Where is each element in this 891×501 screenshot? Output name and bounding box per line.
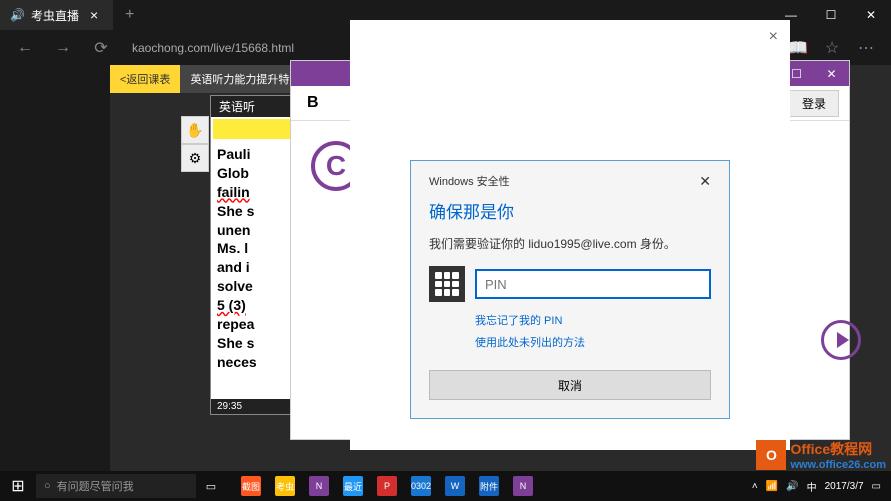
task-view-icon[interactable]: ▭: [196, 473, 226, 499]
more-icon[interactable]: ⋯: [851, 33, 881, 63]
taskbar-app[interactable]: 截图: [234, 472, 268, 500]
taskbar-app[interactable]: N: [506, 472, 540, 500]
forgot-pin-link[interactable]: 我忘记了我的 PIN: [475, 312, 711, 328]
other-method-link[interactable]: 使用此处未列出的方法: [475, 334, 711, 350]
volume-icon[interactable]: 🔊: [786, 481, 798, 492]
settings-tool-icon[interactable]: ⚙: [181, 144, 209, 172]
windows-security-dialog: Windows 安全性 ✕ 确保那是你 我们需要验证你的 liduo1995@l…: [410, 160, 730, 419]
annotation-toolbar: ✋ ⚙: [181, 116, 209, 172]
close-window-button[interactable]: ✕: [851, 0, 891, 30]
play-button[interactable]: [821, 320, 861, 360]
play-icon: [837, 332, 849, 348]
notification-icon[interactable]: ▭: [872, 481, 881, 492]
office-logo-icon: O: [756, 440, 786, 470]
taskbar-app[interactable]: 考虫: [268, 472, 302, 500]
audio-icon: 🔊: [10, 8, 25, 22]
cortana-icon: ○: [44, 480, 51, 492]
cancel-button[interactable]: 取消: [429, 370, 711, 400]
cortana-search[interactable]: ○ 有问题尽管问我: [36, 474, 196, 498]
security-message: 我们需要验证你的 liduo1995@live.com 身份。: [429, 235, 711, 252]
login-button[interactable]: 登录: [789, 90, 839, 117]
ime-icon[interactable]: 中: [807, 479, 817, 494]
new-tab-button[interactable]: +: [113, 6, 146, 24]
pin-input[interactable]: [475, 269, 711, 299]
watermark-title: Office教程网: [790, 439, 886, 459]
watermark-url: www.office26.com: [790, 459, 886, 471]
modal-close-icon[interactable]: ×: [769, 28, 778, 46]
current-time: 29:35: [217, 401, 242, 412]
taskbar-date[interactable]: 2017/3/7: [825, 481, 864, 492]
taskbar-app[interactable]: 最近: [336, 472, 370, 500]
back-to-schedule-button[interactable]: <返回课表: [110, 65, 180, 93]
refresh-button[interactable]: ⟳: [86, 33, 116, 63]
hand-tool-icon[interactable]: ✋: [181, 116, 209, 144]
tab-title: 考虫直播: [31, 7, 79, 24]
maximize-button[interactable]: ☐: [811, 0, 851, 30]
network-icon[interactable]: 📶: [766, 481, 778, 492]
forward-button[interactable]: →: [48, 33, 78, 63]
back-button[interactable]: ←: [10, 33, 40, 63]
favorites-icon[interactable]: ☆: [817, 33, 847, 63]
start-button[interactable]: ⊞: [0, 471, 36, 501]
keypad-icon: [429, 266, 465, 302]
tray-chevron-icon[interactable]: ˄: [752, 481, 758, 492]
taskbar-apps: 截图考虫N最近P0302W附件N: [234, 472, 540, 500]
taskbar-app[interactable]: N: [302, 472, 336, 500]
browser-tab[interactable]: 🔊 考虫直播 ×: [0, 0, 113, 30]
taskbar: ⊞ ○ 有问题尽管问我 ▭ 截图考虫N最近P0302W附件N ˄ 📶 🔊 中 2…: [0, 471, 891, 501]
security-header: Windows 安全性: [429, 173, 510, 190]
taskbar-app[interactable]: W: [438, 472, 472, 500]
watermark: O Office教程网 www.office26.com: [756, 439, 886, 471]
onenote-close-button[interactable]: ✕: [814, 61, 849, 86]
taskbar-app[interactable]: P: [370, 472, 404, 500]
system-tray: ˄ 📶 🔊 中 2017/3/7 ▭: [752, 479, 891, 494]
taskbar-app[interactable]: 附件: [472, 472, 506, 500]
security-title: 确保那是你: [429, 198, 711, 223]
taskbar-app[interactable]: 0302: [404, 472, 438, 500]
close-tab-icon[interactable]: ×: [85, 7, 103, 23]
search-placeholder: 有问题尽管问我: [57, 478, 134, 494]
bold-button[interactable]: B: [301, 92, 325, 114]
security-close-icon[interactable]: ✕: [699, 173, 711, 190]
